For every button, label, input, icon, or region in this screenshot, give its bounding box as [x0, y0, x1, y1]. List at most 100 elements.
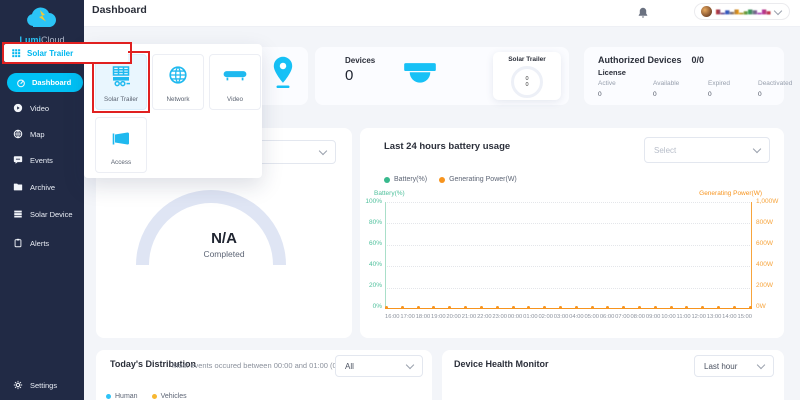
- x-axis-tick: 05:00: [584, 314, 599, 320]
- col-label: Expired: [708, 80, 758, 87]
- gauge-value: N/A: [96, 230, 352, 247]
- col-label: Available: [653, 80, 708, 87]
- chat-bubble-icon: [13, 155, 23, 165]
- license-col-expired: Expired 0: [708, 80, 758, 98]
- left-axis-tick: 20%: [369, 282, 382, 289]
- sidebar-item-label: Events: [30, 156, 53, 165]
- data-point: [622, 306, 625, 309]
- sidebar-item-events[interactable]: Events: [13, 153, 53, 167]
- sidebar-item-label: Settings: [30, 381, 57, 390]
- user-account-menu[interactable]: ▆▂▅▃▆▂▄▆▅▂▆▄: [694, 3, 790, 20]
- right-axis-tick: 400W: [756, 261, 773, 268]
- solar-trailer-badge-title: Solar Trailer: [493, 56, 561, 63]
- sidebar-item-alerts[interactable]: Alerts: [13, 236, 49, 250]
- data-point: [670, 306, 673, 309]
- x-axis-tick: 11:00: [677, 314, 691, 320]
- battery-device-select[interactable]: Select: [644, 137, 770, 163]
- gridline: [385, 223, 752, 224]
- sidebar-item-label: Solar Device: [30, 210, 73, 219]
- bell-icon[interactable]: [636, 6, 650, 20]
- legend-item-human[interactable]: Human: [106, 393, 138, 400]
- right-axis-ticks: 1,000W800W600W400W200W0W: [756, 198, 786, 310]
- chevron-down-icon: [319, 147, 327, 155]
- data-point: [559, 306, 562, 309]
- gauge-caption: Completed: [96, 249, 352, 259]
- right-axis-tick: 0W: [756, 303, 766, 310]
- data-point: [685, 306, 688, 309]
- battery-usage-card: Last 24 hours battery usage Select Batte…: [360, 128, 784, 338]
- license-col-active: Active 0: [598, 80, 653, 98]
- cloud-logo-icon: [23, 6, 61, 30]
- gear-icon: [13, 380, 23, 390]
- x-axis-tick: 00:00: [508, 314, 523, 320]
- license-col-available: Available 0: [653, 80, 708, 98]
- folder-icon: [13, 182, 23, 192]
- sidebar-item-solar-device[interactable]: Solar Device: [13, 207, 73, 221]
- sidebar-item-map[interactable]: Map: [13, 127, 45, 141]
- map-pin-icon: [270, 55, 298, 95]
- data-point: [733, 306, 736, 309]
- battery-card-title: Last 24 hours battery usage: [384, 141, 510, 152]
- legend-dot-vehicles: [152, 394, 157, 399]
- menu-item-access[interactable]: Access: [95, 117, 147, 173]
- health-title: Device Health Monitor: [454, 359, 549, 369]
- x-axis-tick: 13:00: [707, 314, 722, 320]
- gridline: [385, 245, 752, 246]
- x-axis-tick: 04:00: [569, 314, 584, 320]
- sidebar-item-label: Alerts: [30, 239, 49, 248]
- sidebar-item-label: Map: [30, 130, 45, 139]
- legend-dot-human: [106, 394, 111, 399]
- col-value: 0: [758, 91, 800, 98]
- col-value: 0: [653, 91, 708, 98]
- x-axis-ticks: 16:0017:0018:0019:0020:0021:0022:0023:00…: [385, 314, 752, 320]
- camera-dome-icon: [401, 62, 439, 88]
- solar-trailer-ring: 0 0: [511, 66, 543, 98]
- left-axis-tick: 40%: [369, 261, 382, 268]
- legend-item-generating-power[interactable]: Generating Power(W): [439, 176, 517, 183]
- chevron-down-icon: [753, 145, 761, 153]
- app-switcher-label: Solar Trailer: [27, 49, 73, 58]
- data-point: [654, 306, 657, 309]
- devices-label: Devices: [345, 56, 375, 65]
- x-axis-tick: 18:00: [416, 314, 431, 320]
- sidebar-item-video[interactable]: Video: [13, 101, 49, 115]
- solar-trailer-badge[interactable]: Solar Trailer 0 0: [493, 52, 561, 100]
- distribution-select[interactable]: All: [335, 355, 423, 377]
- devices-value: 0: [345, 67, 353, 84]
- devices-card: Devices 0 Solar Trailer 0 0: [315, 47, 569, 105]
- x-axis-tick: 22:00: [477, 314, 492, 320]
- menu-item-label: Video: [227, 96, 243, 103]
- chevron-down-icon: [757, 361, 765, 369]
- device-health-card: Device Health Monitor Last hour: [442, 350, 784, 400]
- data-point: [385, 306, 388, 309]
- app-switcher-trigger[interactable]: Solar Trailer: [4, 44, 128, 62]
- distribution-legend: Human Vehicles: [106, 393, 187, 400]
- x-axis-tick: 07:00: [615, 314, 630, 320]
- sidebar-item-dashboard[interactable]: Dashboard: [7, 73, 83, 92]
- x-axis-tick: 10:00: [661, 314, 676, 320]
- network-globe-icon: [153, 64, 203, 86]
- license-columns: Active 0 Available 0 Expired 0 Deactivat…: [598, 80, 800, 98]
- x-axis-tick: 16:00: [385, 314, 400, 320]
- license-label: License: [598, 68, 626, 77]
- sidebar-item-settings[interactable]: Settings: [13, 378, 57, 392]
- legend-item-vehicles[interactable]: Vehicles: [152, 393, 187, 400]
- sidebar-item-archive[interactable]: Archive: [13, 180, 55, 194]
- menu-item-solar-trailer[interactable]: Solar Trailer: [95, 54, 147, 110]
- sidebar-item-label: Archive: [30, 183, 55, 192]
- data-point: [496, 306, 499, 309]
- menu-item-network[interactable]: Network: [152, 54, 204, 110]
- menu-item-video[interactable]: Video: [209, 54, 261, 110]
- authorized-devices-card: Authorized Devices 0/0 License Active 0 …: [584, 47, 784, 105]
- gridline: [385, 288, 752, 289]
- data-point: [464, 306, 467, 309]
- x-axis-tick: 23:00: [492, 314, 507, 320]
- data-point: [701, 306, 704, 309]
- data-point: [638, 306, 641, 309]
- health-select[interactable]: Last hour: [694, 355, 774, 377]
- menu-item-label: Solar Trailer: [104, 96, 138, 103]
- menu-item-label: Access: [111, 159, 131, 166]
- data-point: [591, 306, 594, 309]
- legend-item-battery[interactable]: Battery(%): [384, 176, 427, 183]
- data-point: [417, 306, 420, 309]
